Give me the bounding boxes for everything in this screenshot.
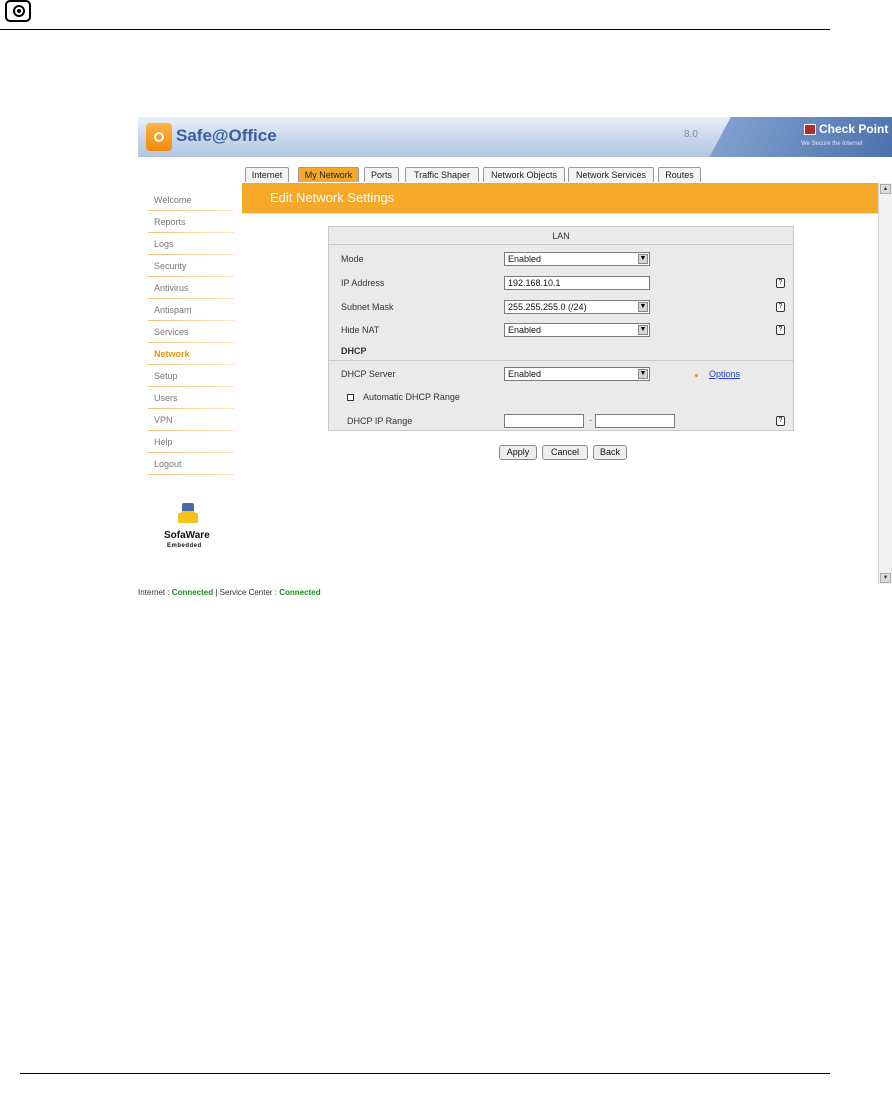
sidebar-item-logs[interactable]: Logs (144, 235, 234, 255)
sofaware-logo: SofaWare Embedded (162, 503, 222, 563)
main-content: Edit Network Settings LAN Mode Enabled ▼… (242, 183, 878, 584)
status-bar: Internet : Connected | Service Center : … (138, 588, 321, 597)
app-header: Safe@Office 8.0 Check Point We Secure th… (138, 117, 892, 157)
dhcp-range-separator: - (589, 415, 592, 425)
dhcp-ip-range-label: DHCP IP Range (347, 416, 413, 426)
network-settings-form: LAN Mode Enabled ▼ IP Address 192.168.10… (328, 226, 794, 431)
dhcp-options-link[interactable]: Options (709, 369, 740, 379)
check-point-logo-icon (804, 124, 816, 135)
subnet-mask-help-icon[interactable]: ? (776, 302, 785, 312)
hide-nat-select[interactable]: Enabled ▼ (504, 323, 650, 337)
hide-nat-label: Hide NAT (341, 325, 380, 335)
sidebar-item-vpn[interactable]: VPN (144, 411, 234, 431)
content-scrollbar[interactable]: ▲ ▼ (878, 183, 892, 584)
scroll-down-arrow-icon[interactable]: ▼ (880, 573, 891, 583)
cancel-button[interactable]: Cancel (542, 445, 588, 460)
tab-routes[interactable]: Routes (658, 167, 701, 182)
automatic-dhcp-range-checkbox[interactable] (347, 394, 354, 401)
sofaware-logo-name: SofaWare (164, 530, 210, 541)
sidebar-item-antispam[interactable]: Antispam (144, 301, 234, 321)
tab-my-network[interactable]: My Network (298, 167, 359, 182)
mode-select-value: Enabled (508, 254, 542, 264)
service-center-status-value: Connected (279, 588, 321, 597)
chevron-down-icon: ▼ (638, 369, 648, 379)
dhcp-server-label: DHCP Server (341, 369, 396, 379)
version-label: 8.0 (684, 129, 698, 140)
dhcp-title-divider (329, 360, 793, 361)
dhcp-server-select[interactable]: Enabled ▼ (504, 367, 650, 381)
hide-nat-value: Enabled (508, 325, 542, 335)
page-bottom-rule (20, 1073, 830, 1074)
scroll-up-arrow-icon[interactable]: ▲ (880, 184, 891, 194)
subnet-mask-select[interactable]: 255.255.255.0 (/24) ▼ (504, 300, 650, 314)
dhcp-range-to-input[interactable] (595, 414, 675, 428)
ip-address-help-icon[interactable]: ? (776, 278, 785, 288)
subnet-mask-value: 255.255.255.0 (/24) (508, 302, 587, 312)
sidebar-item-help[interactable]: Help (144, 433, 234, 453)
tab-traffic-shaper[interactable]: Traffic Shaper (405, 167, 479, 182)
options-bullet-icon (695, 374, 698, 377)
sofaware-chair-icon (178, 503, 198, 527)
ip-address-label: IP Address (341, 278, 385, 288)
internet-status-value: Connected (171, 588, 214, 597)
hide-nat-help-icon[interactable]: ? (776, 325, 785, 335)
dhcp-range-from-input[interactable] (504, 414, 584, 428)
ip-address-input[interactable]: 192.168.10.1 (504, 276, 650, 290)
mode-select[interactable]: Enabled ▼ (504, 252, 650, 266)
mode-label: Mode (341, 254, 364, 264)
safe-office-logo-icon (146, 123, 172, 151)
tab-ports[interactable]: Ports (364, 167, 399, 182)
sidebar-item-welcome[interactable]: Welcome (144, 191, 234, 211)
page-banner: Edit Network Settings (242, 183, 878, 214)
sidebar-item-security[interactable]: Security (144, 257, 234, 277)
tab-network-services[interactable]: Network Services (568, 167, 654, 182)
dhcp-server-value: Enabled (508, 369, 542, 379)
sidebar-item-users[interactable]: Users (144, 389, 234, 409)
sidebar-item-network[interactable]: Network (144, 345, 234, 365)
automatic-dhcp-range-label: Automatic DHCP Range (363, 392, 460, 402)
chevron-down-icon: ▼ (638, 325, 648, 335)
page-top-rule (0, 29, 830, 30)
dhcp-range-help-icon[interactable]: ? (776, 416, 785, 426)
app-title: Safe@Office (176, 126, 277, 145)
tab-internet[interactable]: Internet (245, 167, 289, 182)
sidebar-item-services[interactable]: Services (144, 323, 234, 343)
manual-note-icon (5, 0, 31, 22)
back-button[interactable]: Back (593, 445, 627, 460)
subnet-mask-label: Subnet Mask (341, 302, 394, 312)
page-title: Edit Network Settings (270, 190, 395, 205)
sidebar-item-setup[interactable]: Setup (144, 367, 234, 387)
chevron-down-icon: ▼ (638, 254, 648, 264)
tab-network-objects[interactable]: Network Objects (483, 167, 565, 182)
lan-title-divider (329, 244, 793, 245)
app-window: Safe@Office 8.0 Check Point We Secure th… (138, 117, 892, 603)
service-center-status-label: | Service Center : (213, 588, 280, 597)
brand-tagline: We Secure the Internet (801, 141, 863, 147)
sofaware-logo-sub: Embedded (167, 543, 202, 549)
apply-button[interactable]: Apply (499, 445, 537, 460)
brand-name: Check Point (819, 122, 889, 136)
sidebar-item-reports[interactable]: Reports (144, 213, 234, 233)
sidebar-item-antivirus[interactable]: Antivirus (144, 279, 234, 299)
dhcp-section-title: DHCP (341, 346, 367, 356)
sidebar-item-logout[interactable]: Logout (144, 455, 234, 475)
lan-section-title: LAN (552, 231, 570, 241)
chevron-down-icon: ▼ (638, 302, 648, 312)
internet-status-label: Internet : (138, 588, 172, 597)
